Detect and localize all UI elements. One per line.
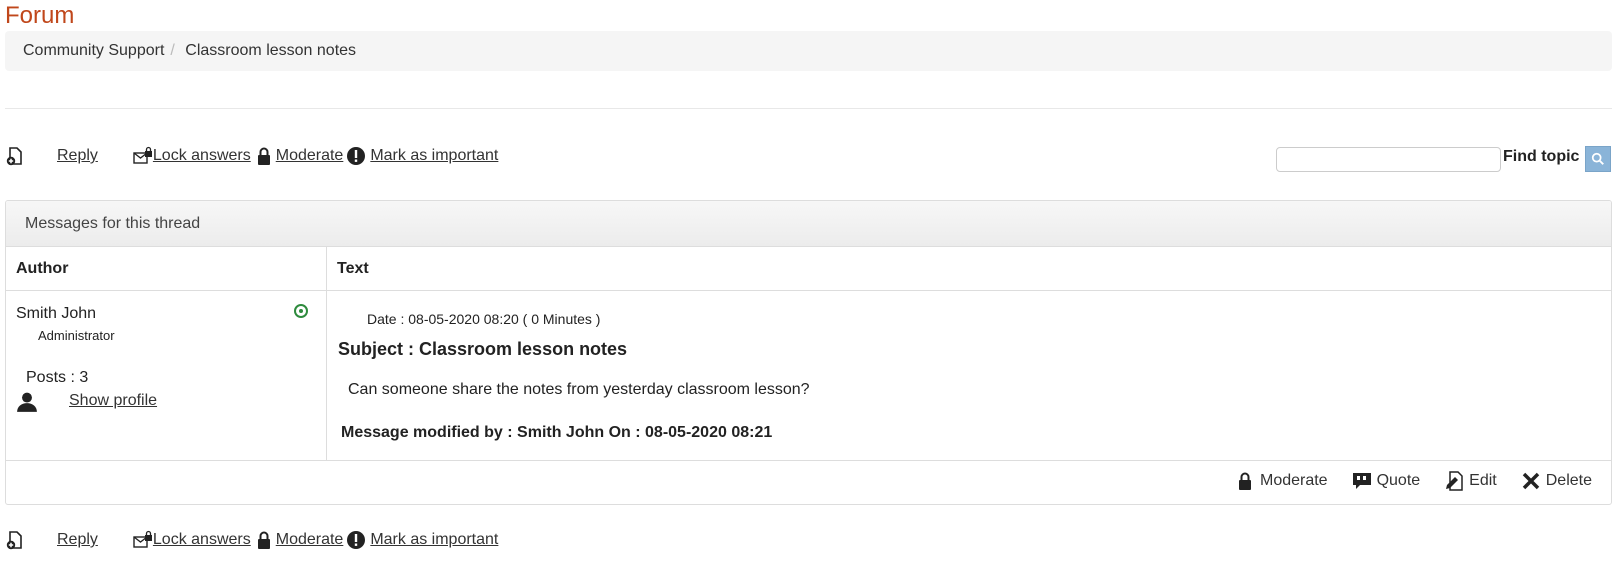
new-reply-icon[interactable] <box>5 530 25 550</box>
show-profile-link[interactable]: Show profile <box>69 392 157 410</box>
message-cell: Date : 08-05-2020 08:20 ( 0 Minutes ) Su… <box>327 291 1611 460</box>
lock-answers-icon <box>133 146 153 166</box>
breadcrumb-item-current: Classroom lesson notes <box>185 42 357 59</box>
breadcrumb: Community Support / Classroom lesson note… <box>5 31 1612 71</box>
delete-label: Delete <box>1545 472 1592 489</box>
online-status-icon <box>294 304 308 318</box>
mark-important-link[interactable]: Mark as important <box>370 147 498 165</box>
reply-link[interactable]: Reply <box>57 147 98 165</box>
post-count: Posts : 3 <box>26 369 89 386</box>
lock-icon <box>254 146 274 166</box>
message-date: Date : 08-05-2020 08:20 ( 0 Minutes ) <box>367 311 601 327</box>
divider <box>5 108 1612 109</box>
search-button[interactable] <box>1585 146 1612 172</box>
user-icon <box>17 392 37 412</box>
lock-icon <box>1238 472 1251 490</box>
delete-button[interactable]: Delete <box>1521 471 1592 491</box>
search-input[interactable] <box>1276 146 1501 172</box>
important-icon <box>346 530 366 550</box>
thread-messages-panel: Messages for this thread Author Text Smi… <box>5 200 1612 505</box>
thread-toolbar-top: Reply Lock answers Moderate Mark as impo… <box>5 144 498 168</box>
breadcrumb-item-community-support[interactable]: Community Support <box>23 42 164 59</box>
quote-icon <box>1352 473 1371 489</box>
quote-label: Quote <box>1376 472 1421 489</box>
moderate-message-button[interactable]: Moderate <box>1235 471 1328 491</box>
new-reply-icon[interactable] <box>5 146 25 166</box>
panel-heading: Messages for this thread <box>6 201 1611 247</box>
topic-search: Find topic <box>1276 146 1612 172</box>
delete-icon <box>1522 472 1539 490</box>
message-subject: Subject : Classroom lesson notes <box>338 339 628 359</box>
author-column-header: Author <box>6 247 327 290</box>
edit-label: Edit <box>1469 472 1497 489</box>
search-icon <box>1592 152 1605 165</box>
message-actions: Moderate Quote Edit Delete <box>1211 471 1592 491</box>
lock-answers-link[interactable]: Lock answers <box>153 147 251 165</box>
message-modified-note: Message modified by : Smith John On : 08… <box>341 424 773 441</box>
quote-button[interactable]: Quote <box>1352 471 1421 491</box>
message-body: Can someone share the notes from yesterd… <box>348 381 810 398</box>
author-role: Administrator <box>38 328 115 343</box>
search-label: Find topic <box>1503 148 1580 165</box>
table-row: Smith John Administrator Posts : 3 Show … <box>6 291 1611 461</box>
important-icon <box>346 146 366 166</box>
lock-icon <box>254 530 274 550</box>
author-name: Smith John <box>16 305 97 322</box>
edit-button[interactable]: Edit <box>1444 471 1497 491</box>
moderate-link[interactable]: Moderate <box>276 147 344 165</box>
mark-important-link[interactable]: Mark as important <box>370 531 498 549</box>
moderate-link[interactable]: Moderate <box>276 531 344 549</box>
reply-link[interactable]: Reply <box>57 531 98 549</box>
lock-answers-link[interactable]: Lock answers <box>153 531 251 549</box>
lock-answers-icon <box>133 530 153 550</box>
breadcrumb-separator: / <box>170 42 175 59</box>
thread-toolbar-bottom: Reply Lock answers Moderate Mark as impo… <box>5 528 498 552</box>
table-header: Author Text <box>6 247 1611 291</box>
page-title: Forum <box>5 2 75 29</box>
edit-icon <box>1446 471 1463 491</box>
moderate-label: Moderate <box>1259 472 1328 489</box>
author-cell: Smith John Administrator Posts : 3 Show … <box>6 291 327 460</box>
text-column-header: Text <box>337 260 369 277</box>
